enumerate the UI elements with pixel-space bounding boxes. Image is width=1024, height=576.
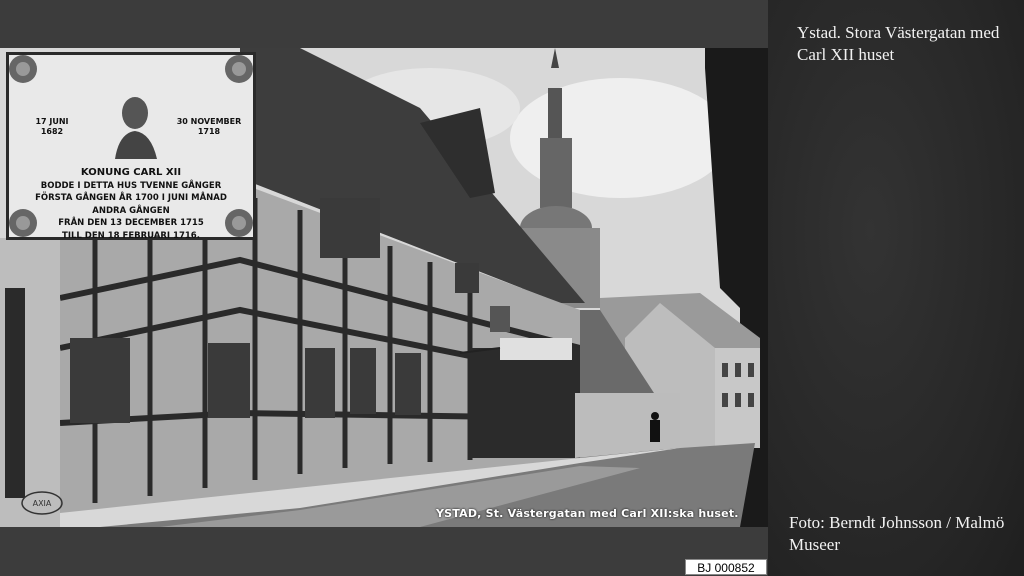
plaque-date-left-year: 1682 <box>40 127 64 136</box>
plaque-date-right-day: 30 NOVEMBER <box>176 117 242 126</box>
photo-stamp: AXIA <box>33 499 52 508</box>
plaque-date-left-day: 17 JUNI <box>35 117 69 126</box>
ornament-icon <box>9 55 37 83</box>
memorial-plaque: 17 JUNI 1682 30 NOVEMBER 1718 KONUNG CAR… <box>6 52 256 242</box>
plaque-line: FRÅN DEN 13 DECEMBER 1715 <box>58 218 204 228</box>
king-bust-icon <box>115 97 157 159</box>
plaque-line: ANDRA GÅNGEN <box>92 205 170 216</box>
side-panel <box>768 0 1024 576</box>
plaque-line: TILL DEN 18 FEBRUARI 1716. <box>62 230 200 241</box>
plaque-date-right: 30 NOVEMBER 1718 <box>173 117 245 137</box>
photo-caption: YSTAD, St. Västergatan med Carl XII:ska … <box>436 507 739 520</box>
plaque-date-left: 17 JUNI 1682 <box>27 117 77 137</box>
photo-credit: Foto: Berndt Johnsson / Malmö Museer <box>789 513 1005 554</box>
plaque-line: BODDE I DETTA HUS TVENNE GÅNGER <box>40 180 222 191</box>
ornament-icon <box>225 55 253 83</box>
plaque-line: FÖRSTA GÅNGEN ÅR 1700 I JUNI MÅNAD <box>35 193 227 203</box>
slide-title: Ystad. Stora Västergatan med Carl XII hu… <box>797 23 1000 64</box>
plaque-date-right-year: 1718 <box>197 127 221 136</box>
plaque-inscription: KONUNG CARL XII BODDE I DETTA HUS TVENNE… <box>15 167 247 242</box>
shop-sign <box>500 338 572 360</box>
plaque-line: KONUNG CARL XII <box>80 167 182 178</box>
slide: AXIA 17 JUNI 1682 30 NOVEMBER 1718 KONUN… <box>0 0 1024 576</box>
archive-id-label: BJ 000852 <box>685 559 767 575</box>
